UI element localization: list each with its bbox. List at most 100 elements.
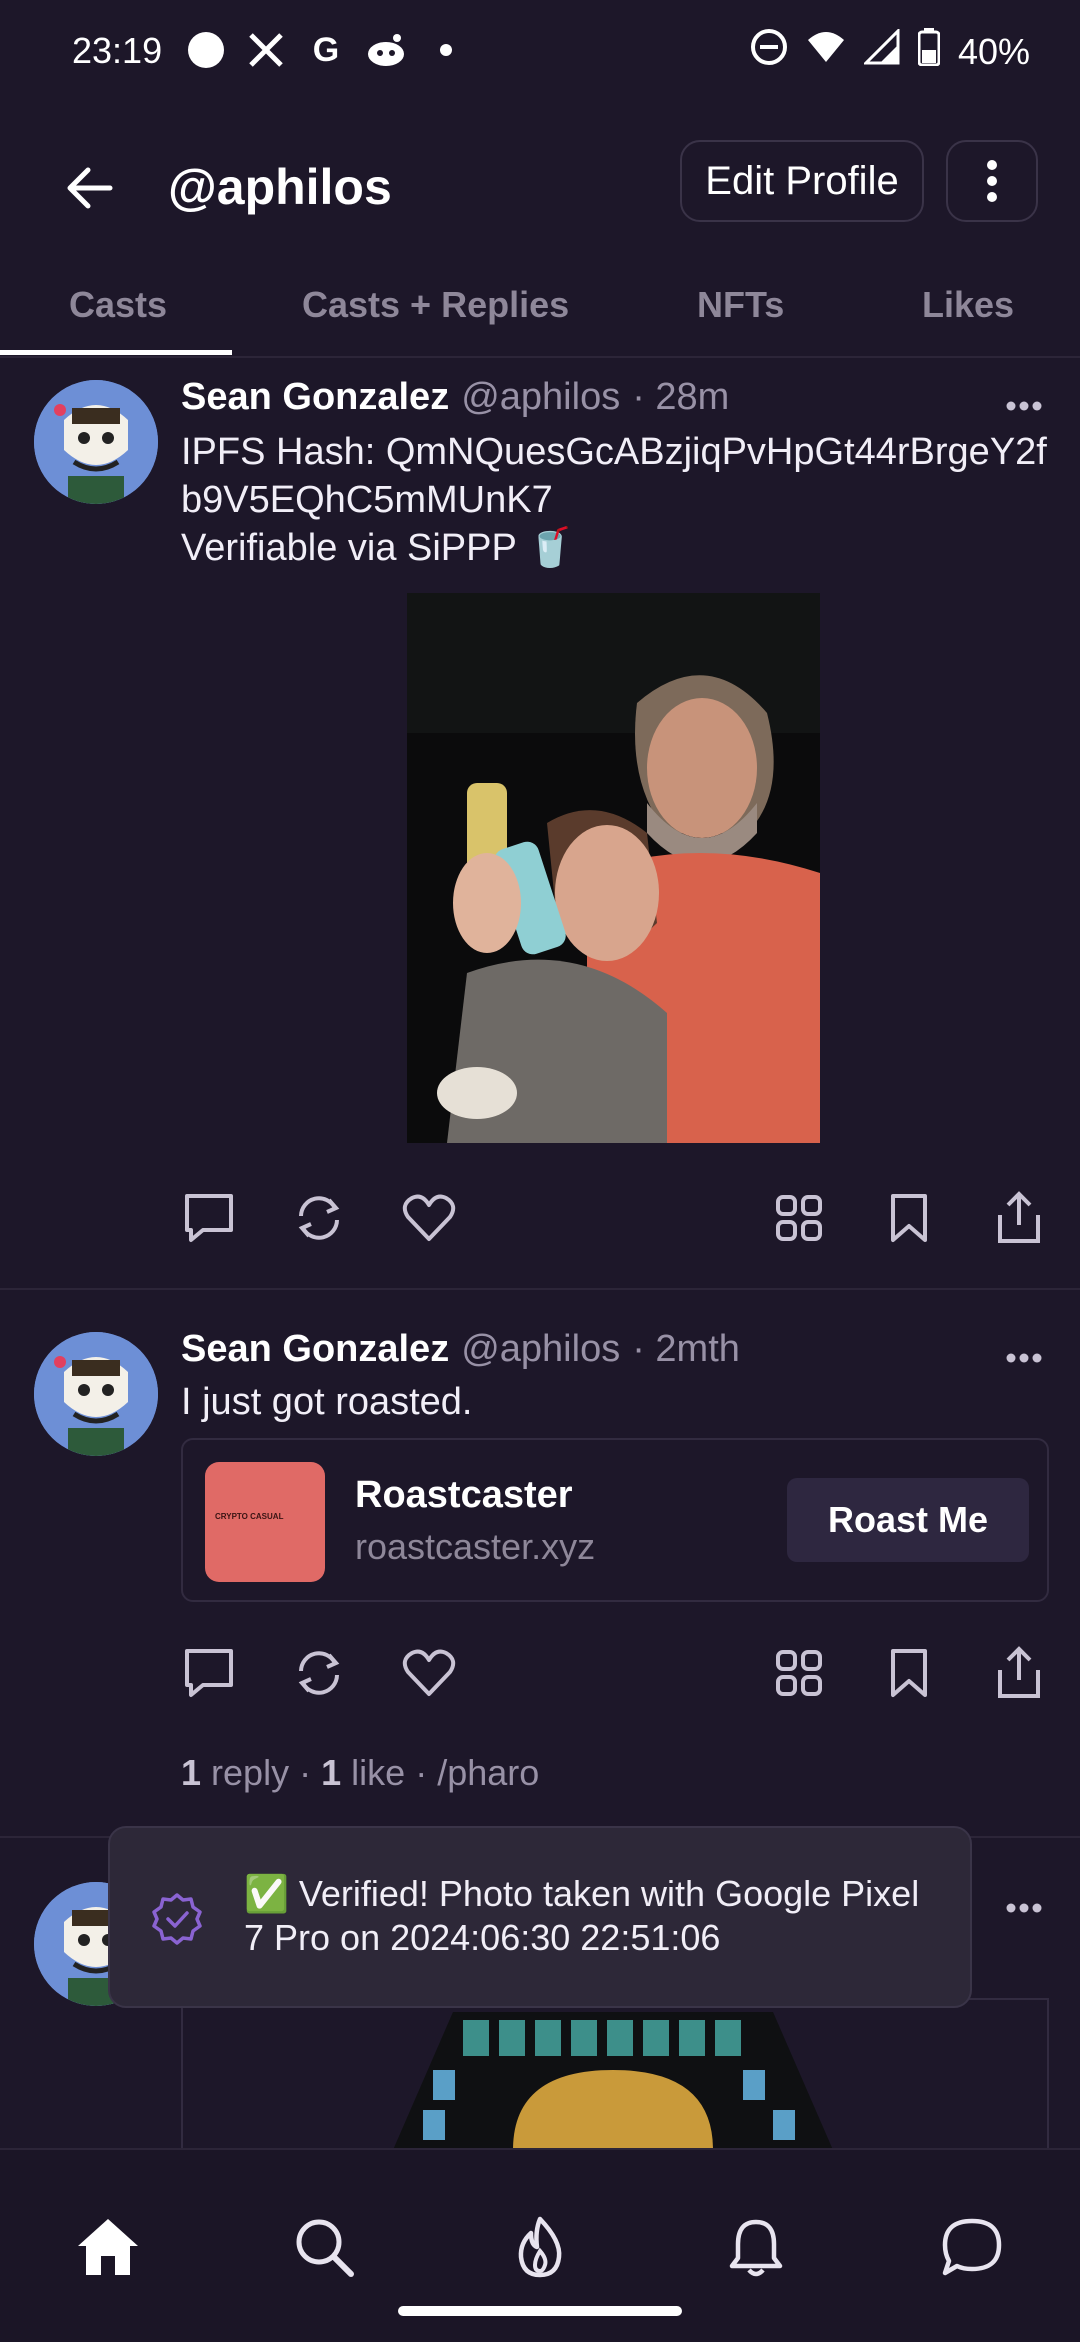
post-text-line: Verifiable via SiPPP 🥤 (181, 527, 575, 569)
post-photo[interactable] (407, 593, 820, 1143)
post-body: IPFS Hash: QmNQuesGcABzjiqPvHpGt44rBrgeY… (181, 428, 1061, 572)
x-icon (246, 30, 286, 70)
nav-trending[interactable] (505, 2212, 575, 2282)
post-header: Sean Gonzalez @aphilos · 2mth (181, 1328, 740, 1371)
nav-home[interactable] (73, 2212, 143, 2282)
bottom-navigation (0, 2148, 1080, 2342)
post-text-line: IPFS Hash: QmNQuesGcABzjiqPvHpGt44rBrgeY… (181, 431, 1047, 473)
share-button[interactable] (991, 1190, 1047, 1246)
nav-search[interactable] (289, 2212, 359, 2282)
nav-notifications[interactable] (721, 2212, 791, 2282)
share-button[interactable] (991, 1645, 1047, 1701)
horizontal-dots-icon (1006, 1353, 1042, 1363)
channel-link[interactable]: /pharo (437, 1752, 539, 1793)
status-right: 40% (750, 27, 1030, 75)
embed-url[interactable]: roastcaster.xyz (355, 1526, 595, 1568)
status-notification-icons: G (186, 30, 466, 70)
back-button[interactable] (62, 160, 118, 216)
dot-icon (426, 30, 466, 70)
chat-icon (942, 2218, 1002, 2276)
post-media-preview[interactable] (181, 1998, 1049, 2148)
bookmark-button[interactable] (881, 1190, 937, 1246)
gesture-bar[interactable] (398, 2306, 682, 2316)
author-name[interactable]: Sean Gonzalez (181, 376, 449, 419)
like-label[interactable]: like (351, 1752, 405, 1793)
author-handle[interactable]: @aphilos (461, 376, 620, 419)
home-icon (78, 2219, 138, 2275)
signal-icon (862, 27, 900, 74)
stained-glass-image (393, 2012, 833, 2148)
heart-icon (402, 1194, 456, 1241)
reply-label[interactable]: reply (211, 1752, 289, 1793)
apps-button[interactable] (771, 1190, 827, 1246)
comment-icon (185, 1194, 233, 1242)
horizontal-dots-icon (1006, 401, 1042, 411)
share-icon (998, 1646, 1040, 1698)
tab-likes[interactable]: Likes (922, 284, 1014, 326)
thumbnail-text: CRYPTO CASUAL (215, 1512, 284, 1521)
post-actions (181, 1190, 1061, 1250)
wifi-icon (806, 30, 846, 73)
frame-embed[interactable]: CRYPTO CASUAL Roastcaster roastcaster.xy… (181, 1438, 1049, 1602)
avatar[interactable] (34, 380, 158, 504)
photo-image (407, 593, 820, 1143)
reddit-icon (366, 30, 406, 70)
post-menu-button[interactable] (1006, 1878, 1042, 1923)
reply-button[interactable] (181, 1190, 237, 1246)
edit-profile-button[interactable]: Edit Profile (680, 140, 924, 222)
post-divider (0, 1288, 1080, 1290)
verification-toast: ✅ Verified! Photo taken with Google Pixe… (108, 1826, 972, 2008)
post-text: I just got roasted. (181, 1381, 473, 1423)
post-stats: 1 reply · 1 like · /pharo (181, 1752, 539, 1794)
search-icon (296, 2219, 354, 2277)
author-name[interactable]: Sean Gonzalez (181, 1328, 449, 1371)
apps-button[interactable] (771, 1645, 827, 1701)
tab-casts-replies[interactable]: Casts + Replies (302, 284, 569, 326)
tab-casts[interactable]: Casts (69, 284, 167, 326)
stats-separator: · (299, 1752, 312, 1793)
tab-nfts[interactable]: NFTs (697, 284, 784, 326)
embed-title: Roastcaster (355, 1474, 573, 1516)
battery-icon (917, 28, 941, 75)
bookmark-button[interactable] (881, 1645, 937, 1701)
horizontal-dots-icon (1006, 1903, 1042, 1913)
reply-count: 1 (181, 1752, 202, 1793)
like-button[interactable] (401, 1645, 457, 1701)
bookmark-icon (891, 1649, 927, 1697)
like-count: 1 (321, 1752, 342, 1793)
nav-messages[interactable] (937, 2212, 1007, 2282)
recast-button[interactable] (291, 1190, 347, 1246)
bookmark-icon (891, 1194, 927, 1242)
grid-icon (776, 1650, 822, 1696)
more-options-button[interactable] (946, 140, 1038, 222)
recast-icon (298, 1651, 340, 1695)
like-button[interactable] (401, 1190, 457, 1246)
profile-header: @aphilos Edit Profile (0, 110, 1080, 260)
comment-icon (185, 1649, 233, 1697)
battery-percent: 40% (957, 30, 1030, 72)
avatar-illustration-icon (34, 380, 158, 504)
grid-icon (776, 1195, 822, 1241)
heart-icon (402, 1649, 456, 1696)
recast-button[interactable] (291, 1645, 347, 1701)
post-header: Sean Gonzalez @aphilos · 28m (181, 376, 729, 419)
post-actions (181, 1645, 1061, 1705)
active-tab-indicator (0, 350, 232, 355)
reply-button[interactable] (181, 1645, 237, 1701)
post-menu-button[interactable] (1006, 376, 1042, 421)
author-handle[interactable]: @aphilos (461, 1328, 620, 1371)
dnd-icon (750, 28, 788, 75)
avatar[interactable] (34, 1332, 158, 1456)
arrow-left-icon (67, 167, 113, 209)
post-menu-button[interactable] (1006, 1328, 1042, 1373)
page-title: @aphilos (168, 159, 392, 215)
post-time: · 28m (632, 376, 730, 418)
roast-me-button[interactable]: Roast Me (787, 1478, 1029, 1562)
status-bar: 23:19 G 40% (0, 0, 1080, 110)
post-text-line: b9V5EQhC5mMUnK7 (181, 479, 553, 521)
stats-separator: · (415, 1752, 428, 1793)
post-time: · 2mth (632, 1328, 740, 1370)
verified-badge-icon (150, 1892, 204, 1946)
embed-thumbnail: CRYPTO CASUAL (205, 1462, 325, 1582)
google-icon: G (312, 30, 340, 69)
